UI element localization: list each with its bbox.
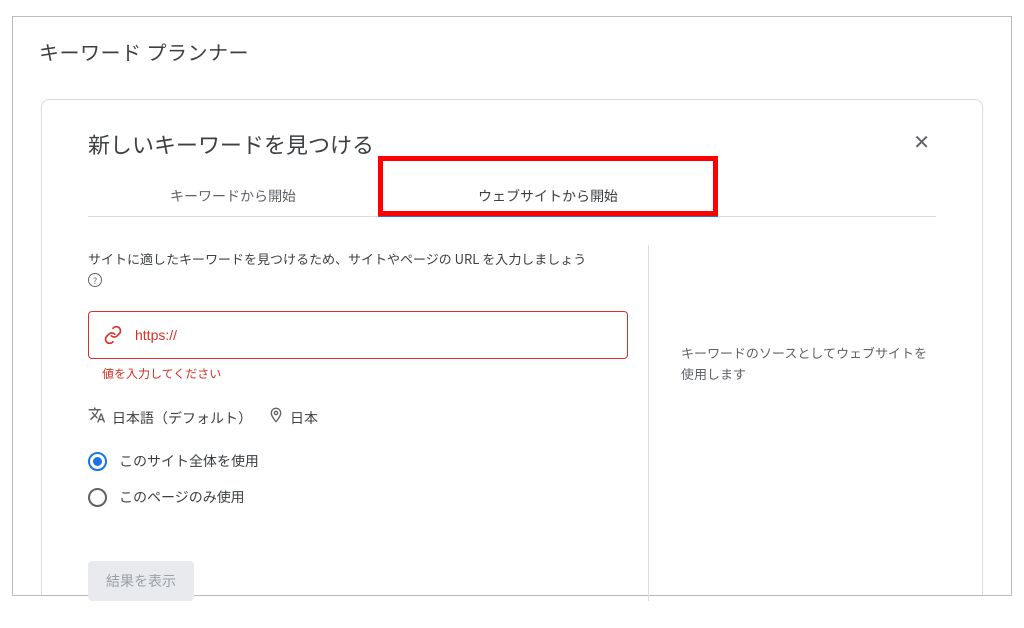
instruction-wrap: サイトに適したキーワードを見つけるため、サイトやページの URL を入力しましょ… [88,245,628,293]
page-title: キーワード プランナー [13,17,1011,66]
tabs: キーワードから開始 ウェブサイトから開始 [88,174,936,217]
radio-label: このサイト全体を使用 [119,451,259,471]
card-title: 新しいキーワードを見つける [88,128,374,160]
location-label: 日本 [290,408,318,428]
tab-start-with-website[interactable]: ウェブサイトから開始 [378,174,718,216]
planner-card: 新しいキーワードを見つける ✕ キーワードから開始 ウェブサイトから開始 サイト… [41,99,983,595]
location-icon [268,407,284,428]
instruction-text: サイトに適したキーワードを見つけるため、サイトやページの URL を入力しましょ… [88,249,586,268]
locale-row: 日本語（デフォルト） 日本 [88,406,628,429]
tab-start-with-keywords[interactable]: キーワードから開始 [88,174,378,216]
card-header: 新しいキーワードを見つける ✕ [88,128,936,160]
radio-use-entire-site[interactable]: このサイト全体を使用 [88,443,628,479]
link-icon [103,325,123,345]
url-input-container[interactable] [88,311,628,359]
right-column: キーワードのソースとしてウェブサイトを使用します [648,245,936,601]
close-button[interactable]: ✕ [907,128,936,157]
source-note: キーワードのソースとしてウェブサイトを使用します [681,343,936,385]
content-row: サイトに適したキーワードを見つけるため、サイトやページの URL を入力しましょ… [88,245,936,601]
outer-frame: キーワード プランナー 新しいキーワードを見つける ✕ キーワードから開始 ウェ… [12,16,1012,596]
radio-icon [88,488,107,507]
scope-radio-group: このサイト全体を使用 このページのみ使用 [88,443,628,515]
radio-label: このページのみ使用 [119,487,245,507]
left-column: サイトに適したキーワードを見つけるため、サイトやページの URL を入力しましょ… [88,245,648,601]
translate-icon [88,406,106,429]
url-input[interactable] [135,327,613,343]
language-selector[interactable]: 日本語（デフォルト） [88,406,252,429]
help-icon[interactable]: ? [88,273,102,287]
url-error-text: 値を入力してください [102,365,628,382]
location-selector[interactable]: 日本 [268,407,318,428]
show-results-button[interactable]: 結果を表示 [88,561,194,601]
radio-use-this-page[interactable]: このページのみ使用 [88,479,628,515]
language-label: 日本語（デフォルト） [112,408,252,428]
radio-icon [88,452,107,471]
